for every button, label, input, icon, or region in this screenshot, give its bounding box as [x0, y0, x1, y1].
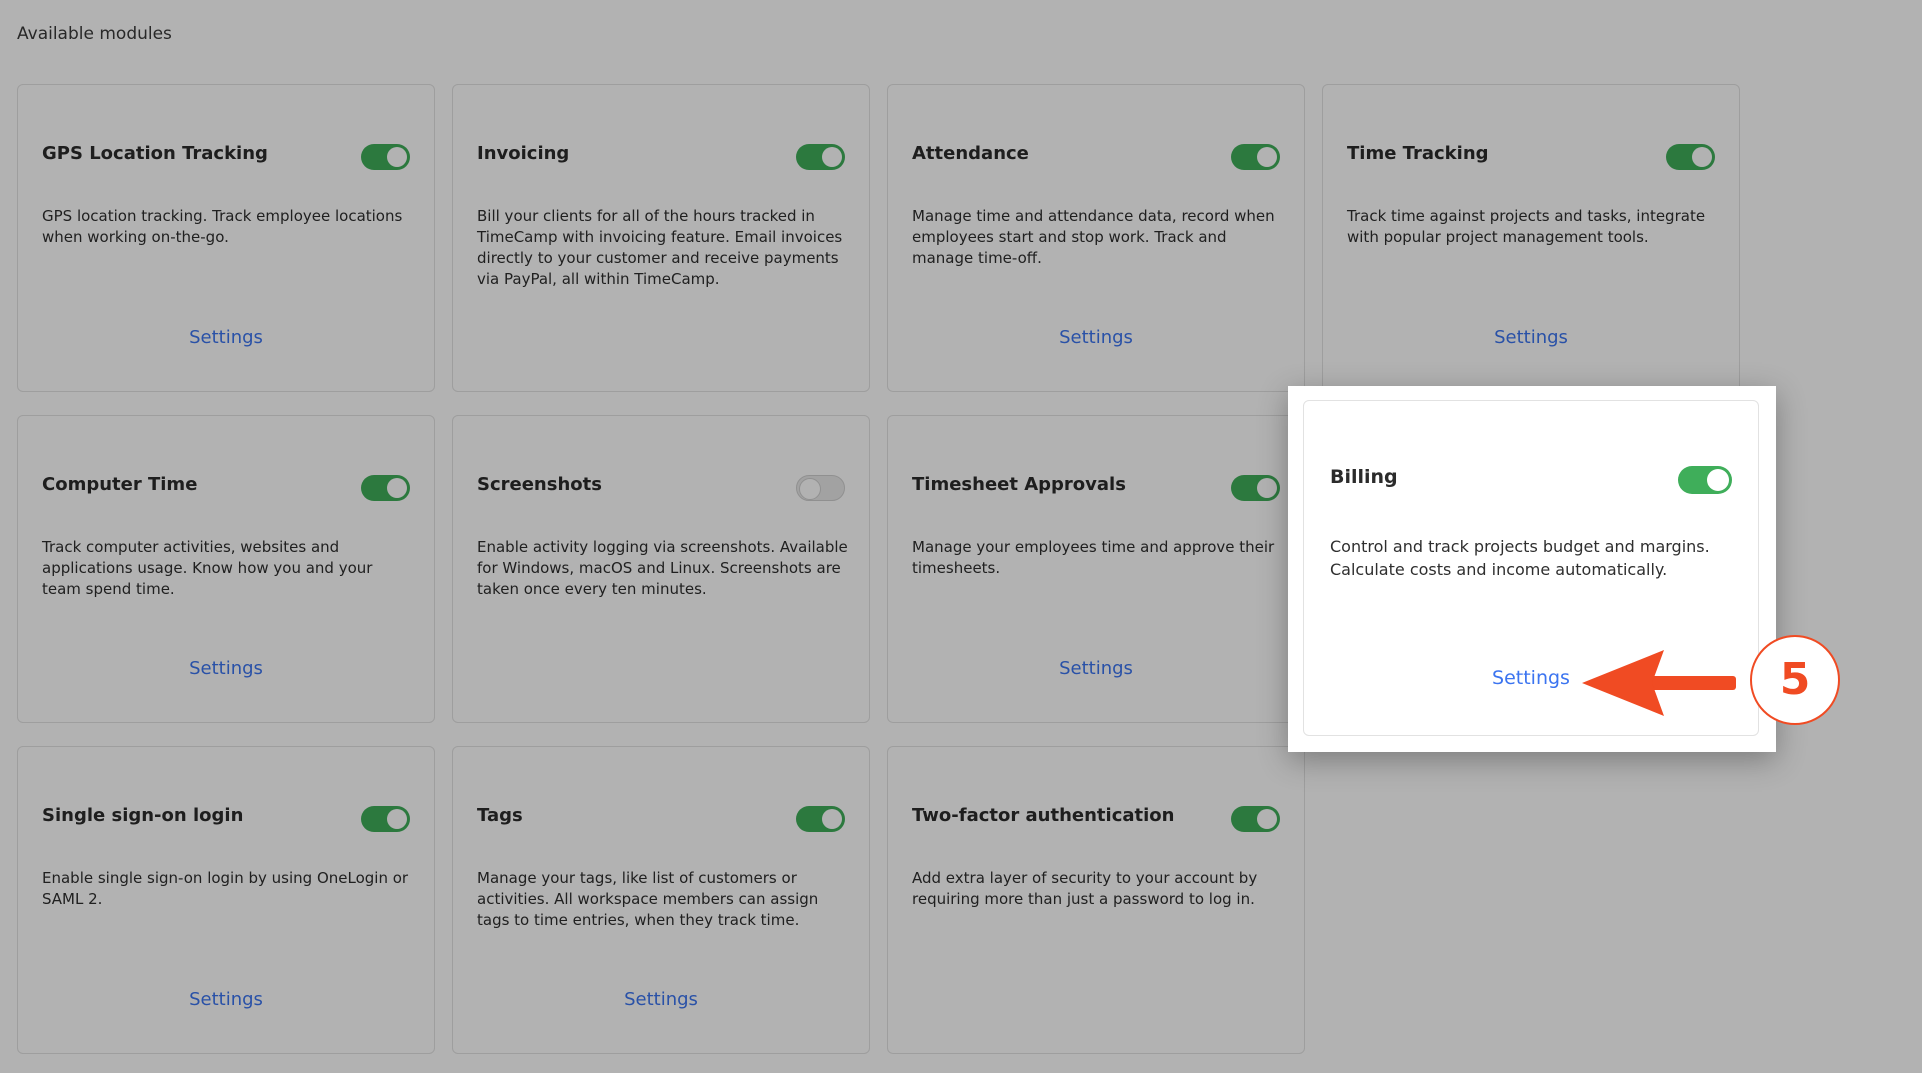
- module-toggle[interactable]: [1678, 466, 1732, 494]
- step-number-badge: 5: [1750, 635, 1840, 725]
- module-description: Control and track projects budget and ma…: [1330, 537, 1710, 579]
- module-title: Billing: [1330, 466, 1398, 488]
- toggle-knob: [1707, 469, 1729, 491]
- callout-arrow-icon: [1582, 650, 1736, 716]
